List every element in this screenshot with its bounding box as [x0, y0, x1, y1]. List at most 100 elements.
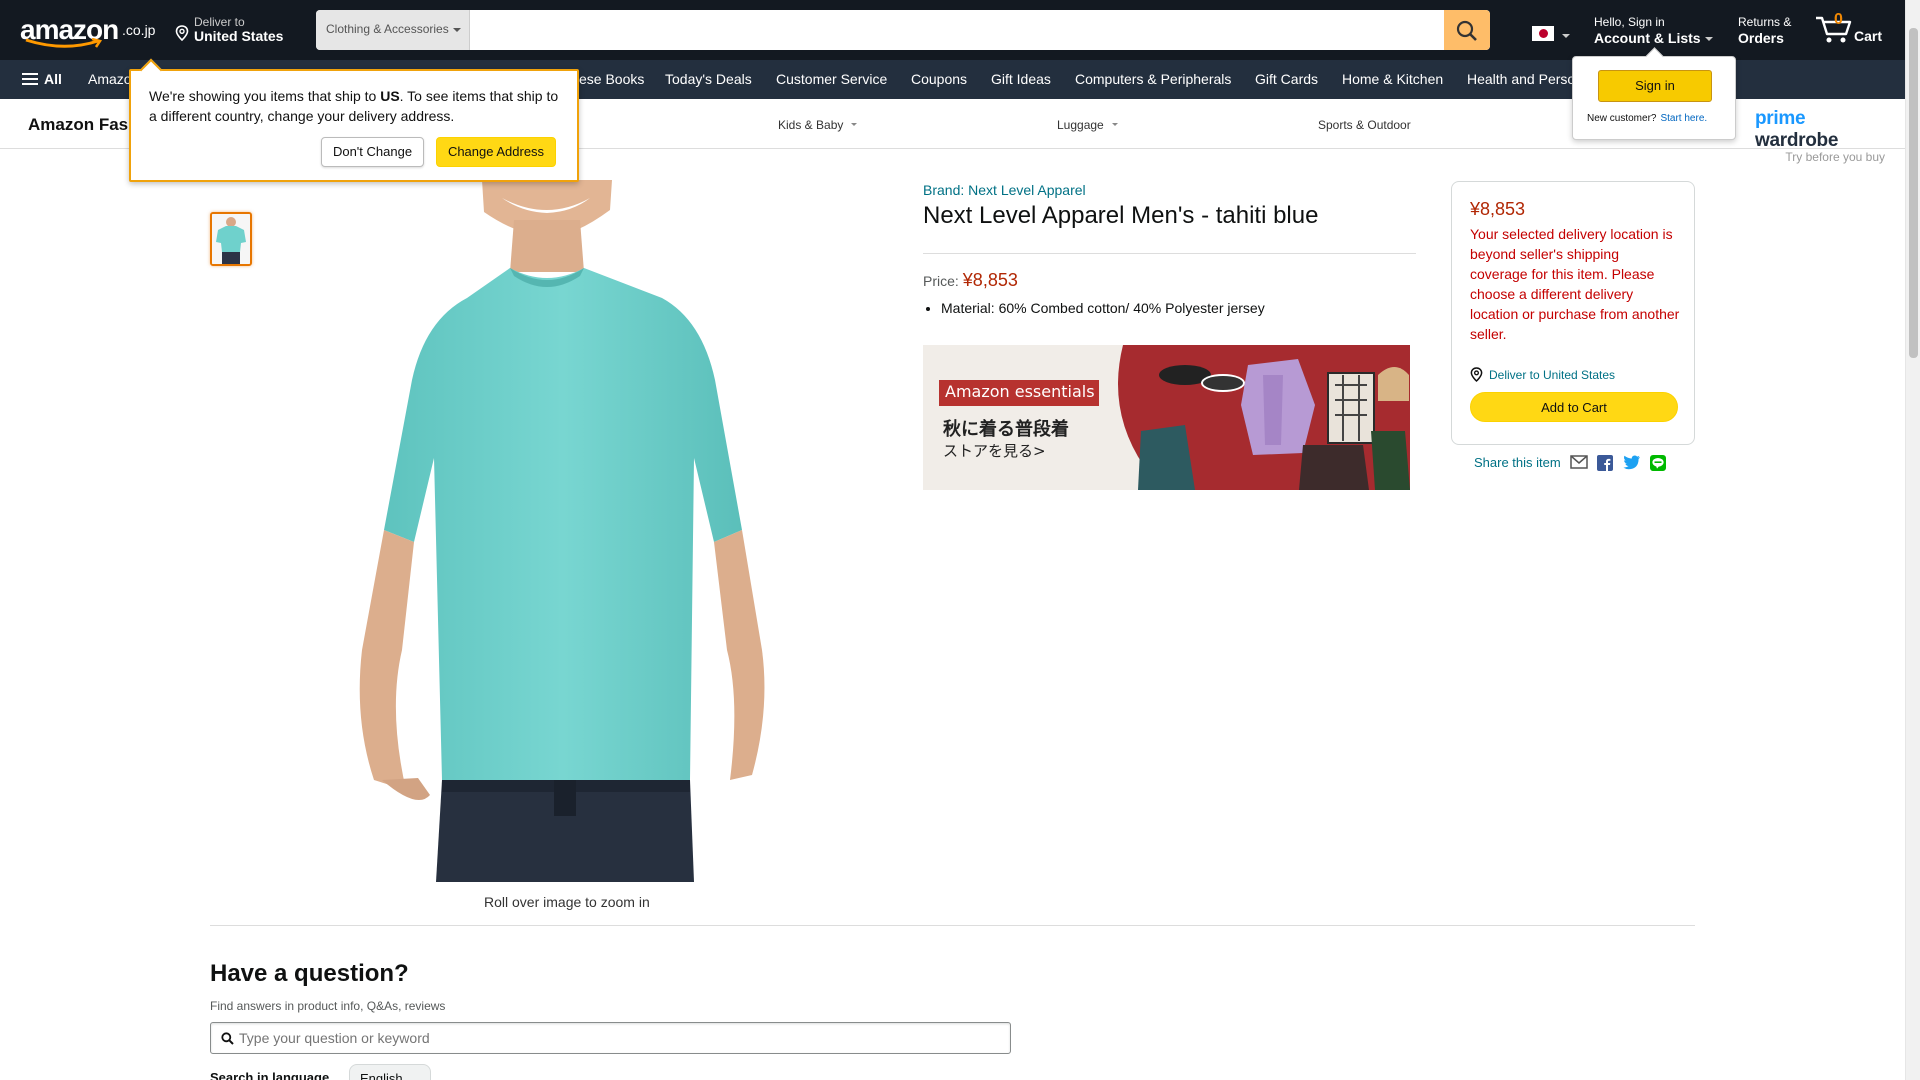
search-button[interactable] [1444, 10, 1490, 50]
feature-bullet: Material: 60% Combed cotton/ 40% Polyest… [941, 300, 1265, 316]
smile-icon [25, 38, 103, 48]
prime-wardrobe-logo[interactable]: prime wardrobe Try before you buy [1755, 108, 1885, 164]
price-row: Price: ¥8,853 [923, 270, 1018, 291]
prime-wardrobe-tagline: Try before you buy [1785, 150, 1885, 164]
deliver-to-button[interactable]: Deliver to United States [172, 15, 302, 45]
cart-count: 0 [1834, 11, 1843, 28]
amazon-logo[interactable]: amazon .co.jp [20, 12, 155, 48]
deliver-country: United States [194, 28, 284, 44]
search-icon [1456, 20, 1477, 41]
subnav-item-luggage[interactable]: Luggage [1057, 118, 1118, 132]
nav-item-home-kitchen[interactable]: Home & Kitchen [1342, 71, 1443, 87]
search-bar: Clothing & Accessories [316, 10, 1490, 50]
question-heading: Have a question? [210, 960, 409, 987]
email-icon[interactable] [1570, 455, 1588, 474]
nav-item-customer-service[interactable]: Customer Service [776, 71, 887, 87]
buybox-price: ¥8,853 [1470, 199, 1526, 219]
chevron-down-icon [1562, 34, 1570, 38]
subnav-item-sports[interactable]: Sports & Outdoor [1318, 118, 1411, 132]
chevron-down-icon [851, 123, 858, 126]
question-input[interactable] [239, 1025, 999, 1051]
subnav-item-kids-baby[interactable]: Kids & Baby [778, 118, 858, 132]
all-label: All [44, 71, 62, 87]
twitter-icon[interactable] [1623, 455, 1641, 475]
ship-message: We're showing you items that ship to US.… [149, 86, 569, 126]
account-lists-menu[interactable]: Hello, Sign in Account & Lists [1594, 15, 1716, 46]
section-divider [210, 925, 1695, 926]
search-category-label: Clothing & Accessories [326, 22, 449, 36]
facebook-icon[interactable] [1597, 455, 1613, 476]
nav-item-books[interactable]: ese Books [579, 71, 644, 87]
signin-popover: Sign in New customer? Start here. [1572, 56, 1736, 140]
buy-box: ¥8,853 Your selected delivery location i… [1451, 181, 1695, 445]
cart-button[interactable]: 0 Cart [1814, 10, 1894, 50]
account-label: Account & Lists [1594, 30, 1716, 46]
cart-label: Cart [1854, 28, 1883, 44]
deliver-to-text: Deliver to United States [1489, 368, 1616, 382]
account-label-text: Account & Lists [1594, 30, 1701, 46]
nav-item-health[interactable]: Health and Perso [1467, 71, 1575, 87]
hamburger-icon [22, 73, 38, 85]
thumbnail-image [212, 214, 250, 264]
language-flag-selector[interactable] [1530, 24, 1574, 44]
ship-country: US [380, 88, 400, 104]
price-label: Price: [923, 273, 959, 289]
all-menu-button[interactable]: All [22, 71, 62, 87]
location-pin-icon [175, 25, 189, 41]
feature-bullets: Material: 60% Combed cotton/ 40% Polyest… [941, 300, 1265, 316]
question-search-box [210, 1022, 1011, 1054]
main-product-image[interactable] [322, 180, 808, 882]
change-address-button[interactable]: Change Address [436, 137, 556, 167]
wardrobe-word: wardrobe [1755, 130, 1839, 151]
ship-location-popover: We're showing you items that ship to US.… [129, 69, 579, 182]
returns-label: Returns & [1738, 15, 1792, 29]
chevron-down-icon [1111, 123, 1118, 126]
language-value: English [360, 1071, 403, 1080]
line-icon[interactable] [1650, 455, 1666, 476]
zoom-hint: Roll over image to zoom in [484, 894, 650, 910]
location-pin-icon [1470, 367, 1483, 383]
dont-change-button[interactable]: Don't Change [321, 137, 424, 167]
scrollbar-thumb[interactable] [1909, 28, 1918, 358]
search-icon [221, 1032, 234, 1045]
chevron-down-icon [1704, 37, 1713, 42]
top-header: amazon .co.jp Deliver to United States C… [0, 0, 1905, 60]
subnav-label: Kids & Baby [778, 118, 844, 132]
japan-flag-icon [1532, 26, 1554, 41]
amazon-essentials-ad[interactable]: Amazon essentials 秋に着る普段着 ストアを見る> [923, 345, 1410, 490]
delivery-warning: Your selected delivery location is beyon… [1470, 226, 1680, 342]
subnav-label: Sports & Outdoor [1318, 118, 1411, 132]
deliver-label: Deliver to [194, 15, 245, 29]
language-label: Search in language [210, 1070, 330, 1080]
nav-item-gift-ideas[interactable]: Gift Ideas [991, 71, 1051, 87]
new-customer-text: New customer? Start here. [1587, 113, 1707, 124]
nav-item-todays-deals[interactable]: Today's Deals [665, 71, 752, 87]
nav-item-gift-cards[interactable]: Gift Cards [1255, 71, 1318, 87]
nav-item-computers[interactable]: Computers & Peripherals [1075, 71, 1231, 87]
page-scrollbar[interactable] [1905, 0, 1920, 1080]
search-category-dropdown[interactable]: Clothing & Accessories [316, 10, 470, 50]
prime-wardrobe-title: prime wardrobe [1755, 108, 1885, 152]
store-brand[interactable]: Amazon Fas [28, 115, 128, 135]
add-to-cart-button[interactable]: Add to Cart [1470, 392, 1678, 422]
ad-badge: Amazon essentials [945, 382, 1095, 401]
orders-label: Orders [1738, 30, 1784, 46]
ship-message-pre: We're showing you items that ship to [149, 88, 381, 104]
logo-suffix: .co.jp [122, 22, 156, 38]
product-thumbnail[interactable] [210, 212, 252, 266]
share-label: Share this item [1474, 455, 1561, 470]
divider [923, 253, 1416, 254]
product-title: Next Level Apparel Men's - tahiti blue [923, 202, 1319, 229]
price-value: ¥8,853 [962, 270, 1018, 290]
start-here-link[interactable]: Start here. [1660, 113, 1707, 124]
sign-in-button[interactable]: Sign in [1598, 70, 1712, 102]
language-select[interactable]: English [349, 1064, 431, 1080]
new-customer-label: New customer? [1587, 113, 1657, 124]
tshirt-model-image [322, 180, 808, 882]
prime-word: prime [1755, 108, 1806, 129]
returns-orders-link[interactable]: Returns & Orders [1738, 15, 1802, 46]
nav-item-coupons[interactable]: Coupons [911, 71, 967, 87]
brand-link[interactable]: Brand: Next Level Apparel [923, 182, 1086, 198]
deliver-to-link[interactable]: Deliver to United States [1470, 367, 1616, 383]
search-input[interactable] [471, 10, 1441, 50]
